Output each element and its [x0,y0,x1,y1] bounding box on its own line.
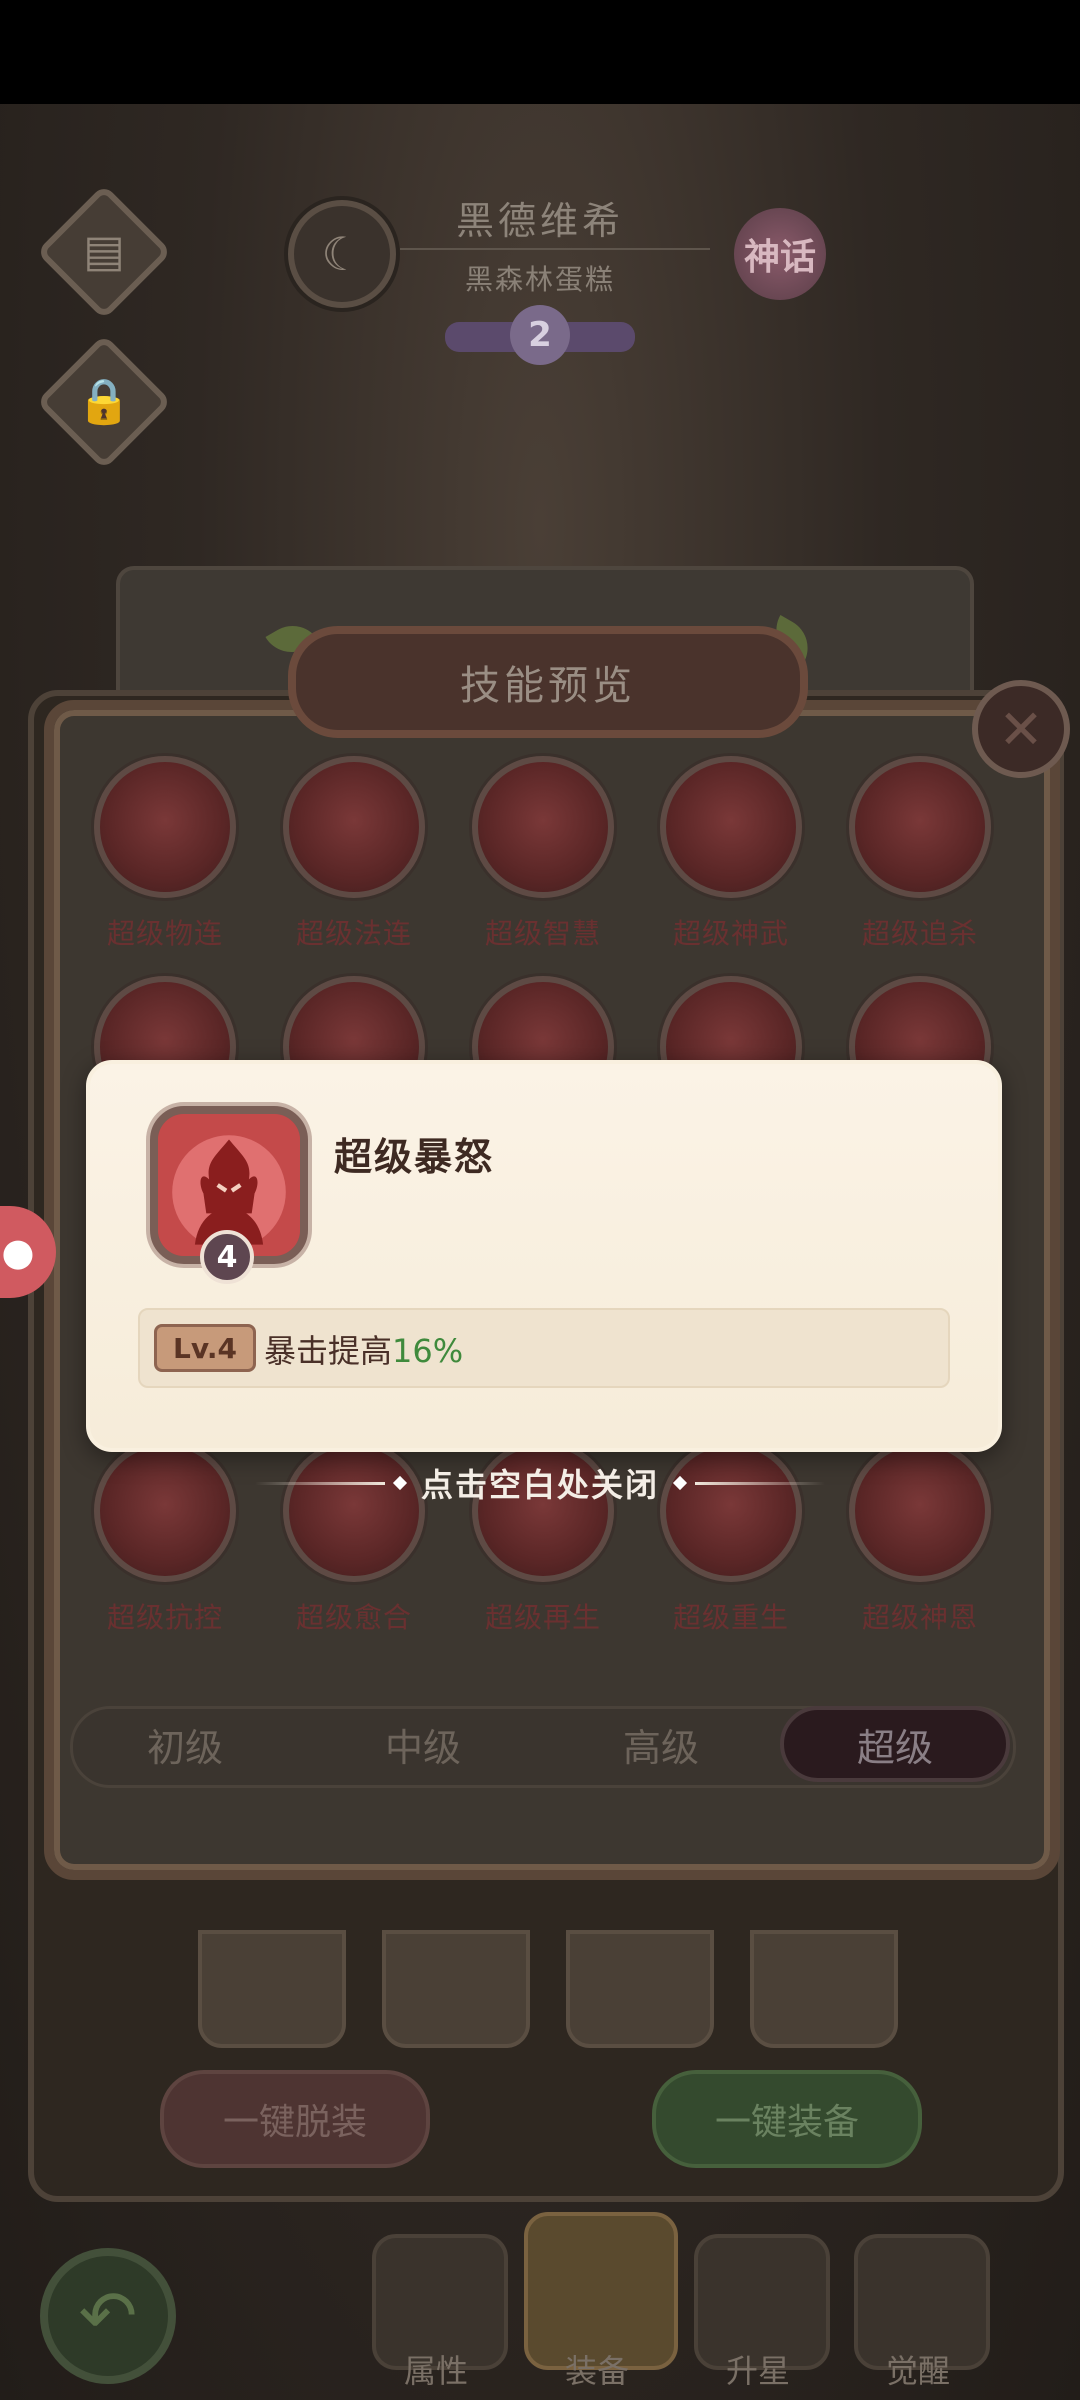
effect-label: 暴击提高 [264,1332,393,1370]
skill-label: 超级神武 [672,917,789,950]
status-bar [0,0,1080,104]
star-level-badge: 2 [445,300,635,370]
tab-tier-mid[interactable]: 中级 [308,1706,538,1782]
moon-element-badge: ☾ [288,200,396,308]
skill-effect-row: Lv.4 暴击提高16% [138,1308,950,1388]
divider [695,1481,825,1485]
skill-icon [94,1440,236,1582]
lock-icon: 🔒 [76,376,132,427]
effect-value: 16% [392,1332,464,1370]
skill-item[interactable]: 超级抗控 [90,1440,240,1636]
skill-label: 超级神恩 [861,1601,978,1634]
equipment-slot[interactable] [198,1930,346,2048]
nav-label: 觉醒 [885,2352,950,2390]
skill-label: 超级智慧 [484,917,601,950]
skill-label: 超级重生 [672,1601,789,1634]
hero-subtitle: 黑森林蛋糕 [464,263,615,296]
equipment-slot[interactable] [382,1930,530,2048]
divider [254,1481,385,1485]
divider [400,248,710,250]
tab-tier-super[interactable]: 超级 [780,1706,1010,1782]
star-level-number: 2 [510,305,570,365]
skill-item[interactable]: 超级神武 [656,756,806,952]
nav-label: 属性 [403,2352,468,2390]
book-icon: ▤ [83,226,125,277]
skill-item[interactable]: 超级智慧 [468,756,618,952]
skill-name: 超级暴怒 [334,1135,495,1179]
tab-tier-basic[interactable]: 初级 [70,1706,300,1782]
rarity-badge: 神话 [734,208,826,300]
nav-label: 升星 [725,2352,790,2390]
unequip-all-button[interactable]: 一键脱装 [160,2070,430,2168]
skill-level-badge: 4 [200,1230,254,1284]
skill-label: 超级再生 [484,1601,601,1634]
skill-label: 超级愈合 [295,1601,412,1634]
tab-tier-high[interactable]: 高级 [546,1706,776,1782]
panel-title-plaque: 技能预览 [288,626,808,738]
close-hint: 点击空白处关闭 [234,1460,846,1506]
skill-icon [472,756,614,898]
equip-all-button[interactable]: 一键装备 [652,2070,922,2168]
skill-detail-popup[interactable]: 4 超级暴怒 Lv.4 暴击提高16% [86,1060,1002,1452]
skill-label: 超级抗控 [106,1601,223,1634]
skill-icon [849,756,991,898]
skill-label: 超级物连 [106,917,223,950]
skill-icon [94,756,236,898]
nav-label: 装备 [564,2352,629,2390]
moon-icon: ☾ [321,227,363,281]
sparkle-icon [392,1475,408,1491]
close-icon: ✕ [998,697,1044,761]
close-hint-text: 点击空白处关闭 [420,1466,659,1504]
skill-item[interactable]: 超级追杀 [845,756,995,952]
skill-icon [283,756,425,898]
skill-icon [660,756,802,898]
level-tag: Lv.4 [154,1324,256,1372]
back-arrow-icon: ↶ [78,2275,138,2357]
gamepad-icon: ● [1,1230,35,1274]
back-button[interactable]: ↶ [40,2248,176,2384]
skill-item[interactable]: 超级法连 [279,756,429,952]
equipment-slot[interactable] [566,1930,714,2048]
skill-icon [849,1440,991,1582]
skill-label: 超级法连 [295,917,412,950]
sparkle-icon [672,1475,688,1491]
skill-label: 超级追杀 [861,917,978,950]
panel-title: 技能预览 [460,663,636,709]
skill-item[interactable]: 超级神恩 [845,1440,995,1636]
skill-item[interactable]: 超级物连 [90,756,240,952]
skill-effect-text: 暴击提高16% [264,1326,463,1372]
equipment-slot[interactable] [750,1930,898,2048]
hero-name: 黑德维希 [455,199,624,243]
